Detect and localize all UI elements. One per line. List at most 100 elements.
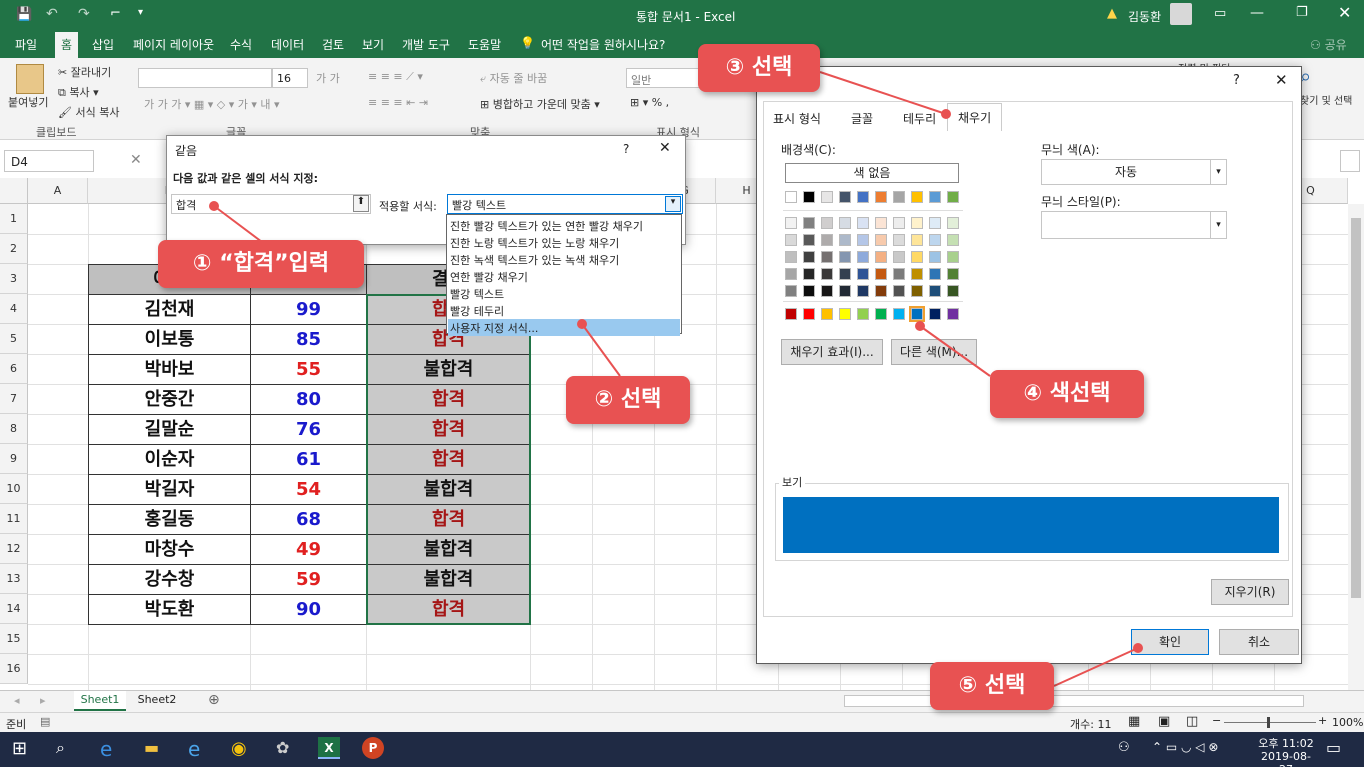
page-layout-icon[interactable]: ▣ <box>1158 714 1170 729</box>
color-swatch[interactable] <box>803 251 815 263</box>
color-swatch[interactable] <box>785 191 797 203</box>
restore-icon[interactable]: ❐ <box>1296 5 1308 20</box>
score-cell[interactable]: 59 <box>250 564 367 595</box>
vertical-scrollbar[interactable] <box>1348 204 1364 690</box>
color-swatch[interactable] <box>875 285 887 297</box>
tab-view[interactable]: 보기 <box>362 36 384 53</box>
collapse-icon[interactable]: ⬆ <box>353 195 369 212</box>
score-cell[interactable]: 55 <box>250 354 367 385</box>
pattern-color-select[interactable]: 자동 <box>1041 159 1227 185</box>
score-cell[interactable]: 61 <box>250 444 367 475</box>
help-button[interactable]: ? <box>1233 73 1240 88</box>
zoom-in-icon[interactable]: + <box>1318 714 1327 727</box>
color-swatch[interactable] <box>821 268 833 280</box>
result-cell[interactable]: 합격 <box>366 414 531 445</box>
row-header[interactable]: 2 <box>0 234 28 264</box>
paste-button[interactable]: 붙여넣기 <box>8 94 48 110</box>
name-cell[interactable]: 마창수 <box>88 534 251 565</box>
sheet-next-icon[interactable]: ▸ <box>40 694 46 707</box>
score-cell[interactable]: 80 <box>250 384 367 415</box>
color-swatch[interactable] <box>857 308 869 320</box>
color-swatch[interactable] <box>947 217 959 229</box>
row-header[interactable]: 11 <box>0 504 28 534</box>
color-swatch[interactable] <box>875 191 887 203</box>
tab-page-layout[interactable]: 페이지 레이아웃 <box>133 36 214 53</box>
color-swatch[interactable] <box>785 285 797 297</box>
save-icon[interactable]: 💾 <box>16 7 32 22</box>
format-option[interactable]: 사용자 지정 서식... <box>448 319 680 336</box>
color-swatch[interactable] <box>785 251 797 263</box>
color-swatch[interactable] <box>839 285 851 297</box>
people-icon[interactable]: ⚇ <box>1118 740 1130 755</box>
more-colors-button[interactable]: 다른 색(M)... <box>891 339 977 365</box>
color-swatch[interactable] <box>857 251 869 263</box>
search-icon[interactable]: ⌕ <box>56 738 65 758</box>
cancel-icon[interactable]: ✕ <box>130 152 142 168</box>
chrome-icon[interactable]: ◉ <box>231 738 247 759</box>
tab-developer[interactable]: 개발 도구 <box>402 36 450 53</box>
color-swatch[interactable] <box>803 234 815 246</box>
tab-home[interactable]: 홈 <box>55 32 79 58</box>
color-swatch[interactable] <box>893 191 905 203</box>
chevron-down-icon[interactable]: ▾ <box>1210 160 1226 184</box>
color-swatch[interactable] <box>857 268 869 280</box>
tray-icons[interactable]: ⌃ ▭ ◡ ◁ ⊗ <box>1152 740 1218 754</box>
font-name-input[interactable] <box>138 68 272 88</box>
normal-view-icon[interactable]: ▦ <box>1128 714 1140 729</box>
color-swatch[interactable] <box>929 268 941 280</box>
selected-color-swatch[interactable] <box>909 306 925 322</box>
row-header[interactable]: 1 <box>0 204 28 234</box>
color-swatch[interactable] <box>803 268 815 280</box>
color-swatch[interactable] <box>839 234 851 246</box>
ie-icon[interactable]: e <box>188 737 200 761</box>
zoom-level[interactable]: 100% <box>1332 716 1363 729</box>
color-swatch[interactable] <box>929 191 941 203</box>
zoom-thumb[interactable] <box>1267 717 1270 728</box>
name-cell[interactable]: 박도환 <box>88 594 251 625</box>
color-swatch[interactable] <box>911 268 923 280</box>
color-swatch[interactable] <box>911 191 923 203</box>
formula-expand[interactable] <box>1340 150 1360 172</box>
wrap-text-button[interactable]: ⤶ 자동 줄 바꿈 <box>480 70 547 86</box>
color-swatch[interactable] <box>803 285 815 297</box>
zoom-slider[interactable] <box>1224 722 1316 723</box>
name-cell[interactable]: 김천재 <box>88 294 251 325</box>
clear-button[interactable]: 지우기(R) <box>1211 579 1289 605</box>
color-swatch[interactable] <box>947 251 959 263</box>
notification-icon[interactable]: ▭ <box>1326 738 1341 757</box>
row-header[interactable]: 7 <box>0 384 28 414</box>
color-swatch[interactable] <box>839 268 851 280</box>
result-cell[interactable]: 불합격 <box>366 354 531 385</box>
result-cell[interactable]: 불합격 <box>366 564 531 595</box>
name-cell[interactable]: 박바보 <box>88 354 251 385</box>
minimize-icon[interactable]: — <box>1250 5 1264 21</box>
format-option[interactable]: 진한 노랑 텍스트가 있는 노랑 채우기 <box>448 234 680 251</box>
color-swatch[interactable] <box>821 234 833 246</box>
color-swatch[interactable] <box>839 217 851 229</box>
color-swatch[interactable] <box>821 251 833 263</box>
column-header[interactable]: A <box>28 178 88 204</box>
font-grow-icon[interactable]: 가 가 <box>316 70 340 86</box>
color-swatch[interactable] <box>875 234 887 246</box>
windows-icon[interactable]: ⊞ <box>12 738 27 759</box>
sheet-tab-sheet1[interactable]: Sheet1 <box>74 691 126 711</box>
redo-icon[interactable]: ↷ <box>78 6 90 22</box>
merge-button[interactable]: ⊞ 병합하고 가운데 맞춤 ▾ <box>480 96 600 112</box>
color-swatch[interactable] <box>893 234 905 246</box>
color-swatch[interactable] <box>875 268 887 280</box>
color-swatch[interactable] <box>821 191 833 203</box>
color-swatch[interactable] <box>803 217 815 229</box>
color-swatch[interactable] <box>803 191 815 203</box>
color-swatch[interactable] <box>803 308 815 320</box>
name-cell[interactable]: 안중간 <box>88 384 251 415</box>
close-icon[interactable]: ✕ <box>659 140 671 156</box>
result-cell[interactable]: 합격 <box>366 444 531 475</box>
paste-icon[interactable] <box>16 64 44 94</box>
tab-border[interactable]: 테두리 <box>897 107 942 130</box>
score-cell[interactable]: 49 <box>250 534 367 565</box>
color-swatch[interactable] <box>947 191 959 203</box>
format-option[interactable]: 진한 빨강 텍스트가 있는 연한 빨강 채우기 <box>448 217 680 234</box>
color-swatch[interactable] <box>785 268 797 280</box>
color-swatch[interactable] <box>839 251 851 263</box>
format-option[interactable]: 진한 녹색 텍스트가 있는 녹색 채우기 <box>448 251 680 268</box>
